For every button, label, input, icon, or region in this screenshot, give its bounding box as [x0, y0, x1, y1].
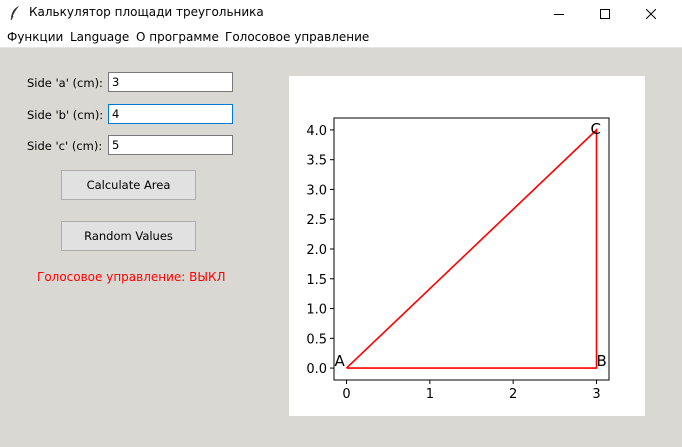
side-a-label: Side 'a' (cm): [27, 76, 103, 90]
maximize-button[interactable] [582, 0, 628, 27]
calculate-area-button[interactable]: Calculate Area [61, 170, 196, 200]
maximize-icon [600, 8, 610, 19]
menu-functions[interactable]: Функции [7, 30, 63, 44]
menu-voice-control[interactable]: Голосовое управление [225, 30, 369, 44]
side-a-input[interactable] [108, 72, 233, 92]
vertex-label-c: C [591, 120, 601, 138]
close-button[interactable] [628, 0, 674, 27]
x-tick-label: 0 [342, 387, 350, 402]
y-tick-label: 0.5 [306, 332, 327, 347]
side-c-input[interactable] [108, 135, 233, 155]
voice-control-status: Голосовое управление: ВЫКЛ [37, 270, 226, 284]
vertex-label-a: A [335, 352, 346, 370]
y-tick-label: 3.5 [306, 154, 327, 169]
y-tick-label: 1.0 [306, 303, 327, 318]
menu-about[interactable]: О программе [136, 30, 219, 44]
triangle-plot: 0 1 2 3 0.0 0.5 1.0 1.5 2.0 2.5 3.0 3.5 4.0 A B C [289, 76, 645, 416]
side-b-label: Side 'b' (cm): [27, 108, 104, 122]
menu-language[interactable]: Language [70, 30, 129, 44]
random-values-button[interactable]: Random Values [61, 221, 196, 251]
y-tick-label: 0.0 [306, 362, 327, 377]
x-tick-label: 1 [426, 387, 434, 402]
vertex-label-b: B [597, 352, 607, 370]
feather-icon [10, 6, 19, 21]
window-title: Калькулятор площади треугольника [29, 5, 264, 19]
x-tick-label: 2 [509, 387, 517, 402]
y-tick-label: 3.0 [306, 183, 327, 198]
side-b-input[interactable] [108, 104, 233, 124]
menu-bar: Функции Language О программе Голосовое у… [0, 27, 682, 48]
x-tick-label: 3 [592, 387, 600, 402]
side-c-label: Side 'c' (cm): [27, 139, 103, 153]
y-tick-label: 2.5 [306, 213, 327, 228]
y-tick-label: 4.0 [306, 124, 327, 139]
triangle-line [345, 128, 598, 369]
y-tick-label: 1.5 [306, 273, 327, 288]
minimize-icon [554, 13, 564, 15]
close-icon [646, 8, 656, 19]
y-tick-label: 2.0 [306, 243, 327, 258]
title-bar: Калькулятор площади треугольника [0, 0, 682, 27]
minimize-button[interactable] [536, 0, 582, 27]
plot-canvas: 0 1 2 3 0.0 0.5 1.0 1.5 2.0 2.5 3.0 3.5 4.0 A B C [306, 117, 610, 402]
